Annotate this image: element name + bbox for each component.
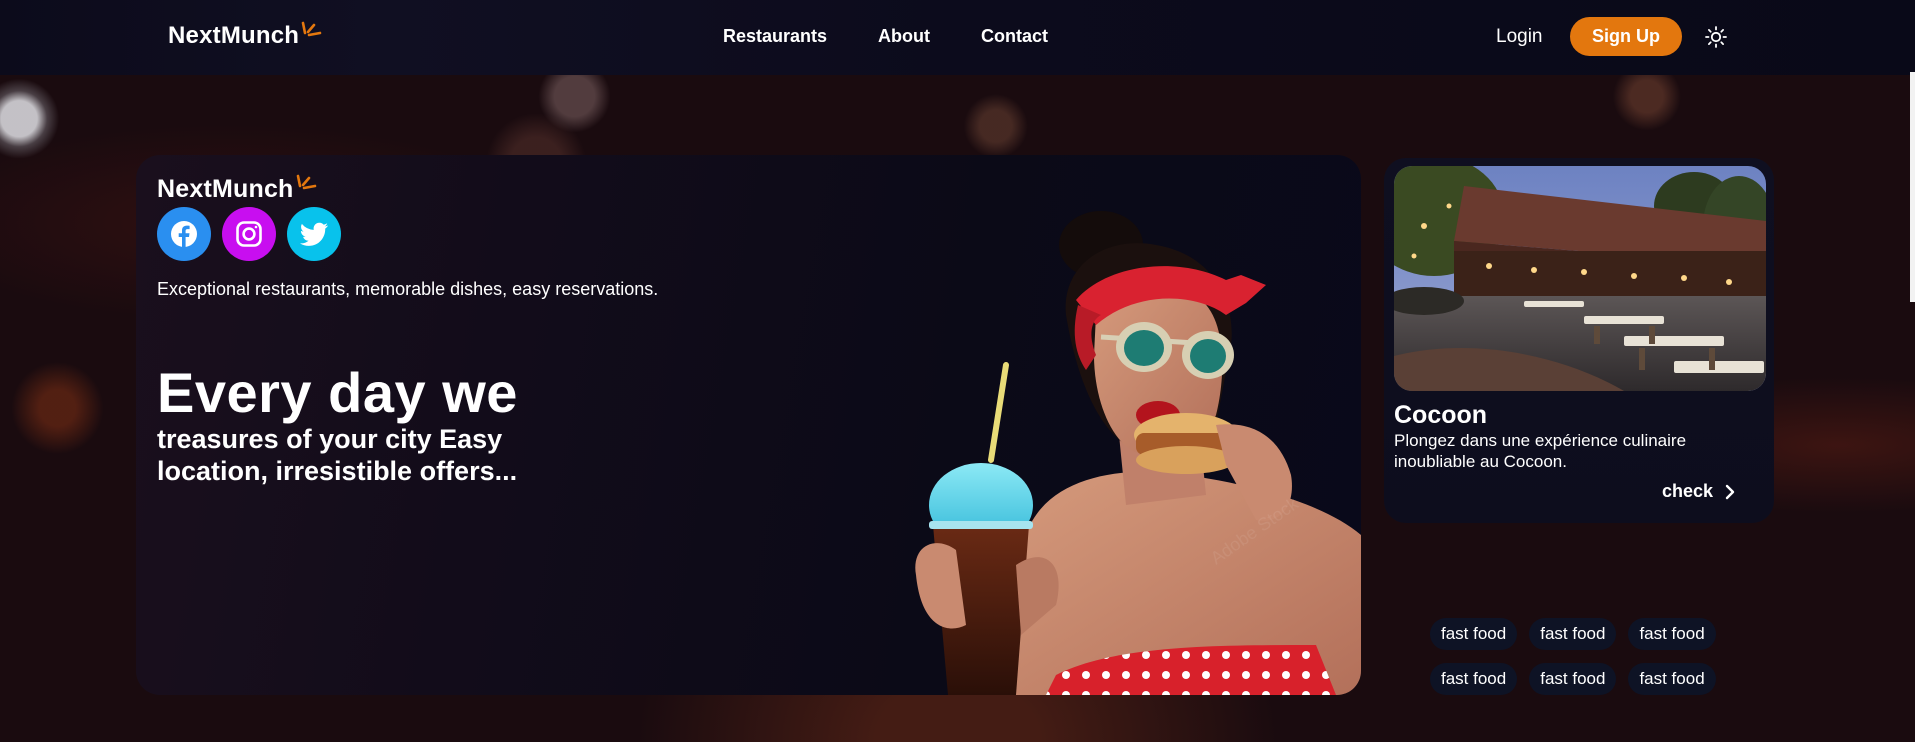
twitter-icon[interactable] [287,207,341,261]
login-link[interactable]: Login [1496,26,1543,48]
tag-chip[interactable]: fast food [1430,663,1518,695]
hero-brand-logo: NextMunch [157,174,318,204]
nav-contact[interactable]: Contact [981,26,1048,47]
tag-chip[interactable]: fast food [1628,663,1716,695]
tag-chip[interactable]: fast food [1430,618,1518,650]
check-button[interactable]: check [1662,481,1735,502]
check-label: check [1662,481,1714,501]
hero-tagline: Exceptional restaurants, memorable dishe… [157,279,659,299]
hero-brand-name: NextMunch [157,175,294,203]
social-links [157,207,341,261]
spark-icon [296,174,316,190]
hero-subhead: treasures of your city Easy location, ir… [157,424,518,486]
restaurant-description: Plongez dans une expérience culinaire in… [1394,431,1687,471]
main-nav: Restaurants About Contact [723,26,1048,47]
tag-chip[interactable]: fast food [1529,618,1617,650]
nav-restaurants[interactable]: Restaurants [723,26,827,47]
scrollbar[interactable] [1910,72,1915,302]
spark-icon [301,21,322,37]
restaurant-name: Cocoon [1394,401,1488,429]
hero-image: Adobe Stock [915,211,1361,695]
brand-name: NextMunch [168,22,300,49]
instagram-icon[interactable] [222,207,276,261]
restaurant-card[interactable]: Cocoon Plongez dans une expérience culin… [1384,158,1774,523]
chevron-right-icon [1725,484,1735,499]
facebook-icon[interactable] [157,207,211,261]
nav-about[interactable]: About [878,26,930,47]
sun-icon[interactable] [1704,25,1728,49]
hero-card: NextMunch Exceptional restaurants, memor… [136,155,1361,695]
tag-chip[interactable]: fast food [1529,663,1617,695]
tag-list: fast food fast food fast food fast food … [1430,618,1740,695]
signup-button[interactable]: Sign Up [1570,17,1682,56]
restaurant-image [1394,166,1766,391]
tag-chip[interactable]: fast food [1628,618,1716,650]
navbar: NextMunch Restaurants About Contact Logi… [0,0,1915,75]
brand-logo[interactable]: NextMunch [168,21,323,50]
hero-headline: Every day we [157,361,518,424]
